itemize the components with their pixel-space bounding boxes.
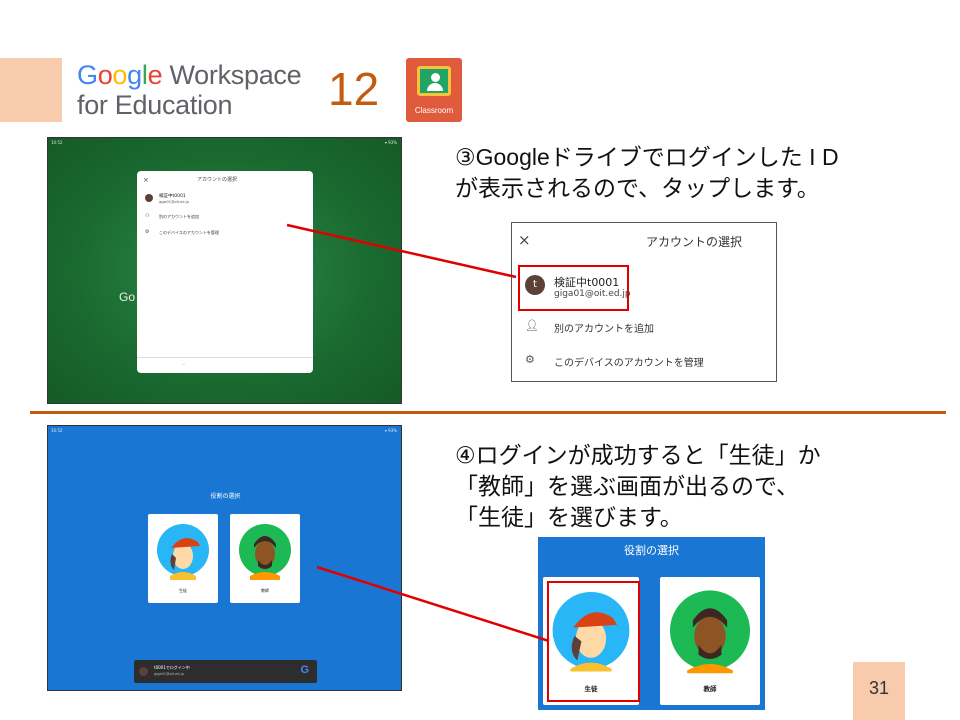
- account-dialog-small: × アカウントの選択 検証中t0001 giga01@oit.ed.jp ⚇ 別…: [137, 171, 313, 373]
- section-number: 12: [328, 63, 380, 115]
- teacher-label: 教師: [703, 685, 717, 693]
- signed-in-account-bar: t0001でログイン中 giga01@oit.ed.jp G: [134, 660, 317, 683]
- add-person-icon: ⚇: [145, 213, 150, 219]
- account-email: giga01@oit.ed.jp: [554, 289, 631, 299]
- step4-instruction-line1: ④ログインが成功すると「生徒」か: [455, 442, 821, 468]
- role-selection-zoom: 役割の選択 生徒 教師: [538, 537, 765, 710]
- avatar[interactable]: t: [525, 275, 545, 295]
- manage-accounts-icon: ⚙︎: [525, 353, 535, 366]
- header-accent-block: [0, 58, 62, 122]
- student-highlight-box: [547, 581, 640, 702]
- dialog-title: アカウントの選択: [646, 235, 743, 249]
- classroom-app-icon: Classroom: [406, 58, 462, 122]
- step4-instruction-line3: 「生徒」を選びます。: [455, 504, 683, 530]
- step3-instruction-line1: ③Googleドライブでログインした I D: [455, 144, 839, 170]
- page-number: 31: [868, 678, 890, 698]
- logo-for-education: for Education: [77, 90, 233, 120]
- step3-instruction-line2: が表示されるので、タップします。: [455, 175, 820, 201]
- student-card-small[interactable]: 生徒: [148, 514, 218, 603]
- section-divider: [30, 411, 946, 414]
- close-icon[interactable]: ×: [518, 231, 531, 249]
- teacher-avatar-icon: [670, 590, 750, 674]
- logo-workspace-word: Workspace: [169, 60, 302, 90]
- add-account-item[interactable]: 別のアカウントを追加: [554, 320, 654, 335]
- teacher-avatar-icon: [239, 524, 291, 580]
- step4-instruction-line2: 「教師」を選ぶ画面が出るので、: [455, 473, 800, 499]
- manage-accounts-item[interactable]: このデバイスのアカウントを管理: [554, 354, 704, 369]
- student-avatar-icon: [157, 524, 209, 580]
- account-dialog-zoom: × アカウントの選択 t 検証中t0001 giga01@oit.ed.jp 👤…: [511, 222, 777, 382]
- close-icon[interactable]: ×: [143, 176, 149, 184]
- teacher-card[interactable]: 教師: [660, 577, 760, 705]
- manage-accounts-icon: ⚙: [145, 229, 150, 235]
- background-google-text: Go: [119, 290, 136, 304]
- classroom-board-icon: [417, 66, 451, 96]
- google-workspace-logo: Google Workspace: [77, 60, 302, 90]
- add-person-icon: 👤︎: [525, 319, 539, 332]
- account-name[interactable]: 検証中t0001: [554, 274, 619, 290]
- role-selection-screenshot: 10:52 ▾ 93% 役割の選択 生徒 教師 t0001でログイン中 giga…: [47, 425, 402, 691]
- classroom-label: Classroom: [414, 106, 454, 115]
- avatar[interactable]: [145, 194, 153, 202]
- avatar: [139, 667, 148, 676]
- role-title: 役割の選択: [624, 544, 679, 557]
- teacher-card-small[interactable]: 教師: [230, 514, 300, 603]
- account-selection-screenshot: 10:52 ▾ 93% Go × アカウントの選択 検証中t0001 giga0…: [47, 137, 402, 404]
- google-g-icon: G: [300, 664, 309, 676]
